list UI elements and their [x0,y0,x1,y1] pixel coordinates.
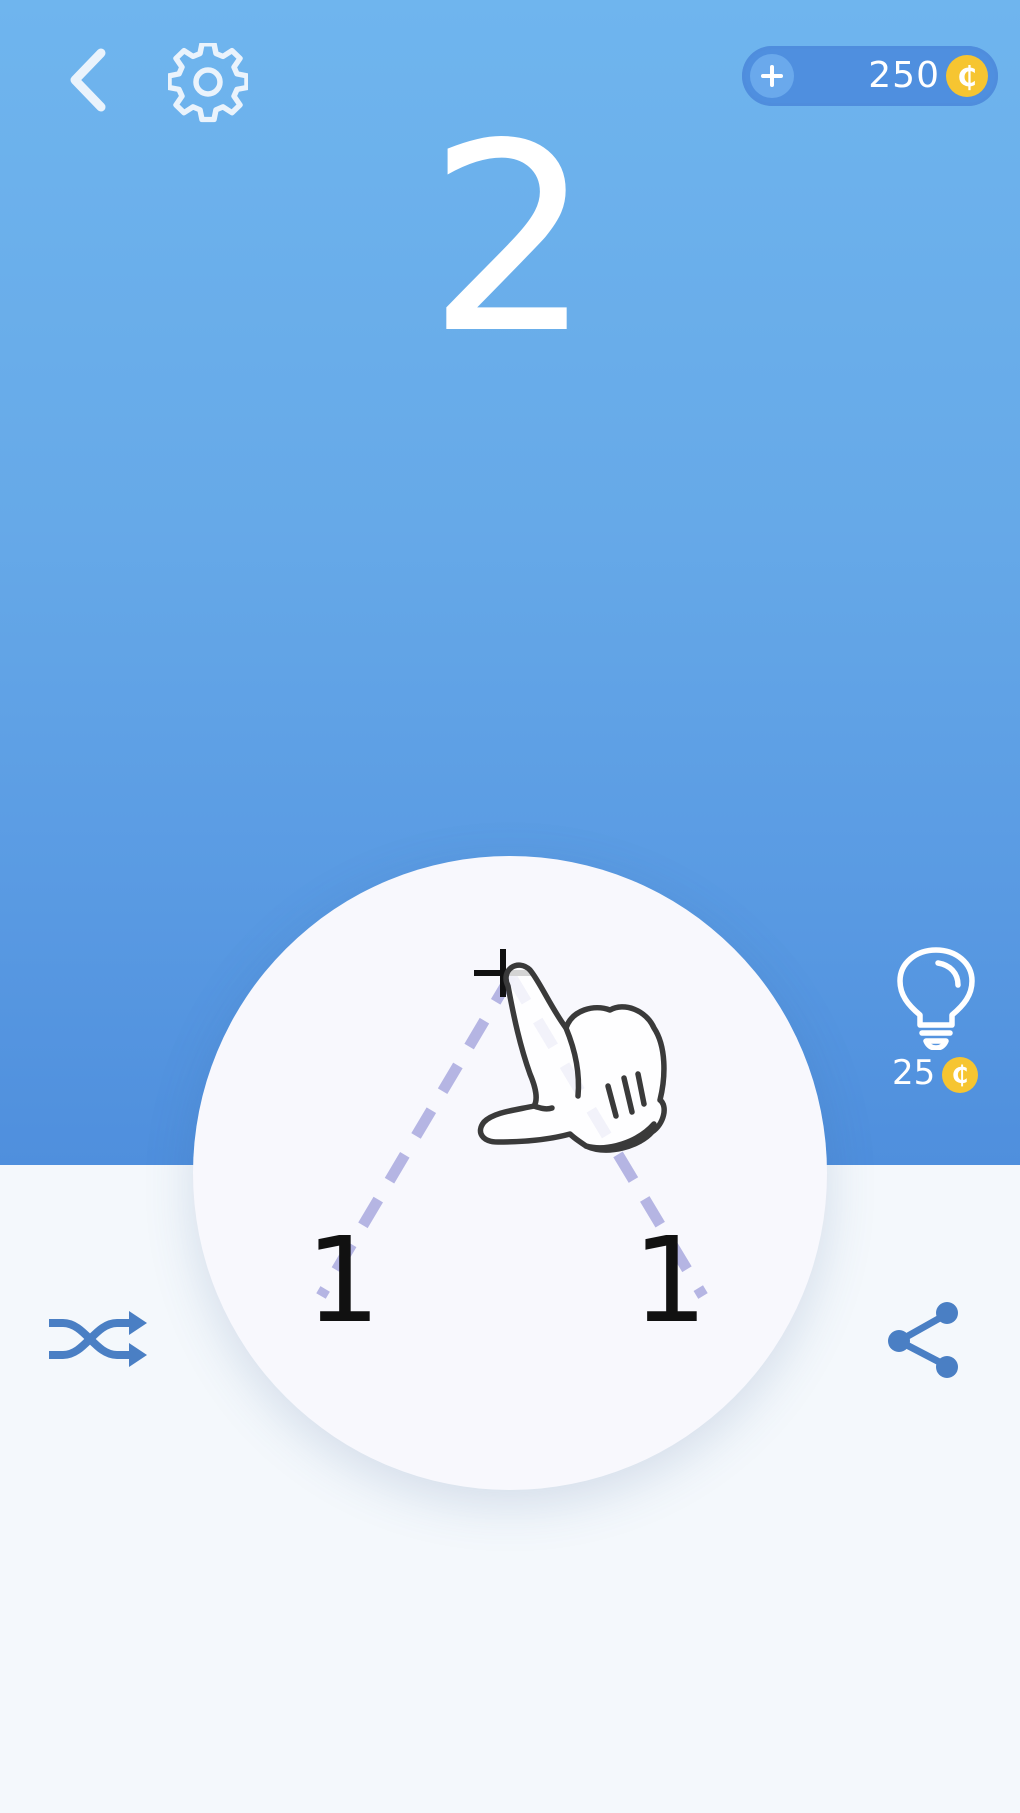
game-screen: 250 ₵ 2 25 ₵ 1 1 [0,0,1020,1813]
game-board: 1 1 [193,856,827,1490]
plus-icon [761,65,783,87]
target-number: 2 [427,89,593,391]
plus-operator[interactable] [468,945,538,1015]
lightbulb-icon [897,947,975,1050]
coin-icon: ₵ [946,55,988,97]
shuffle-button[interactable] [45,1305,150,1380]
shuffle-icon [49,1311,147,1367]
share-icon [888,1302,958,1378]
hint-cost: 25 [892,1053,936,1093]
share-button[interactable] [885,1300,965,1380]
coin-balance-pill: 250 ₵ [742,46,998,106]
back-button[interactable] [55,40,125,120]
chevron-left-icon [70,48,106,112]
hint-button[interactable]: 25 ₵ [880,945,990,1095]
add-coins-button[interactable] [750,54,794,98]
coin-balance: 250 [868,55,940,96]
number-tile[interactable]: 1 [298,1221,388,1339]
number-tile[interactable]: 1 [625,1221,715,1339]
coin-icon: ₵ [942,1057,978,1093]
